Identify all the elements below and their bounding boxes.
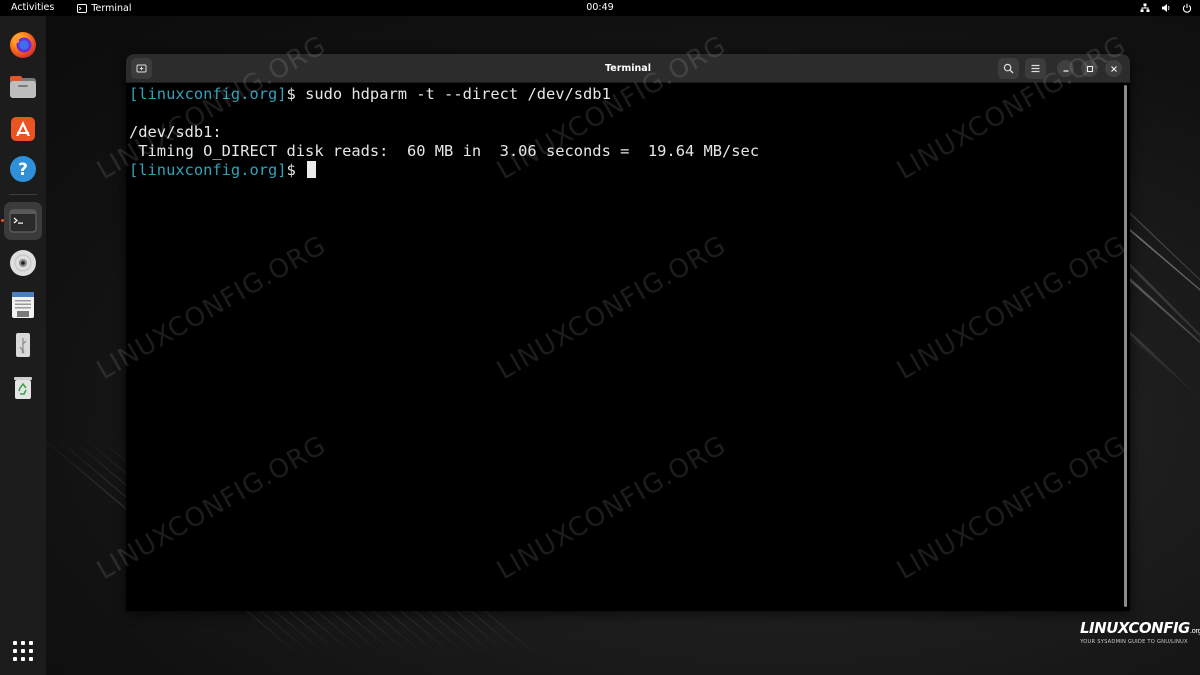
brand-name-text: LINUXCONFIG [1080, 619, 1190, 637]
dock-item-terminal[interactable] [4, 202, 42, 240]
text-cursor [307, 161, 317, 178]
dock-item-firefox[interactable] [4, 26, 42, 64]
terminal-title: Terminal [605, 63, 651, 74]
top-bar: Activities Terminal 00:49 [0, 0, 1200, 16]
help-icon: ? [10, 156, 36, 182]
dock-item-help[interactable]: ? [4, 150, 42, 188]
dock-item-app-center[interactable] [4, 110, 42, 148]
clock[interactable]: 00:49 [586, 2, 613, 13]
power-icon [1182, 3, 1192, 13]
terminal-line: [linuxconfig.org]$ [129, 161, 1130, 180]
disc-icon [10, 250, 36, 276]
maximize-icon [1086, 65, 1093, 72]
terminal-small-icon [77, 3, 88, 13]
maximize-button[interactable] [1081, 60, 1098, 77]
app-menu-label: Terminal [91, 2, 132, 14]
output-text: Timing O_DIRECT disk reads: 60 MB in 3.0… [129, 142, 760, 160]
menu-button[interactable] [1025, 58, 1046, 79]
volume-icon [1162, 4, 1170, 12]
files-icon [10, 76, 36, 98]
dock-item-trash[interactable] [4, 368, 42, 406]
search-button[interactable] [998, 58, 1019, 79]
terminal-header-bar[interactable]: Terminal [126, 54, 1130, 83]
command-text: $ sudo hdparm -t --direct /dev/sdb1 [286, 85, 611, 103]
text-editor-icon [12, 292, 34, 318]
activities-button[interactable]: Activities [0, 0, 65, 16]
dock-separator [9, 194, 37, 195]
usb-icon [16, 333, 30, 357]
terminal-line: [linuxconfig.org]$ sudo hdparm -t --dire… [129, 85, 1130, 104]
apps-grid-icon[interactable] [12, 640, 34, 662]
terminal-icon [9, 209, 37, 233]
terminal-output[interactable]: [linuxconfig.org]$ sudo hdparm -t --dire… [126, 83, 1130, 611]
scrollbar[interactable] [1124, 85, 1127, 607]
dock-item-optical-disc[interactable] [4, 244, 42, 282]
shell-prompt: [linuxconfig.org] [129, 85, 287, 103]
dock: ? [0, 16, 46, 675]
brand-tagline: YOUR SYSADMIN GUIDE TO GNU/LINUX [1080, 639, 1188, 645]
trash-icon [14, 377, 32, 399]
terminal-line: Timing O_DIRECT disk reads: 60 MB in 3.0… [129, 142, 1130, 161]
app-menu[interactable]: Terminal [77, 0, 132, 16]
terminal-window[interactable]: Terminal [linuxconfig.org]$ sudo hdparm … [126, 54, 1130, 611]
linuxconfig-logo: LINUXCONFIG.org YOUR SYSADMIN GUIDE TO G… [1080, 619, 1200, 646]
command-text: $ [286, 161, 306, 179]
search-icon [1003, 63, 1014, 74]
network-icon [1140, 3, 1150, 12]
shell-prompt: [linuxconfig.org] [129, 161, 287, 179]
output-text: /dev/sdb1: [129, 123, 222, 141]
minimize-button[interactable] [1057, 60, 1074, 77]
brand-suffix: .org [1189, 627, 1200, 635]
firefox-icon [10, 32, 36, 58]
app-center-icon [11, 117, 35, 141]
terminal-line: /dev/sdb1: [129, 123, 1130, 142]
hamburger-menu-icon [1031, 64, 1040, 73]
dock-item-files[interactable] [4, 68, 42, 106]
system-tray[interactable] [1140, 0, 1192, 16]
close-button[interactable] [1105, 60, 1122, 77]
dock-item-text-editor[interactable] [4, 286, 42, 324]
minimize-icon [1063, 69, 1068, 72]
dock-item-usb-drive[interactable] [4, 326, 42, 364]
close-icon [1110, 65, 1117, 72]
svg-text:?: ? [18, 160, 28, 180]
brand-name: LINUXCONFIG.org [1080, 619, 1200, 639]
